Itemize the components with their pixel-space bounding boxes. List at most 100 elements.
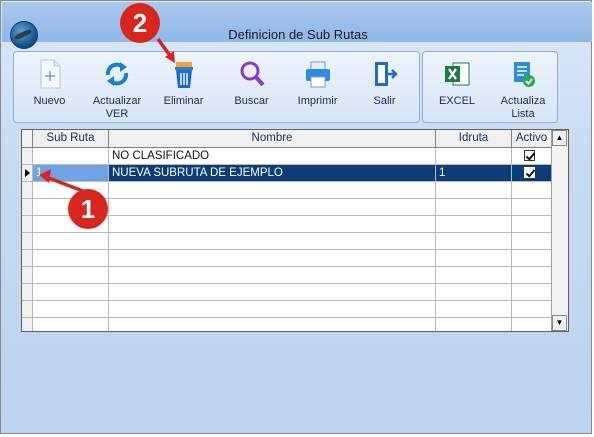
grid-header: Sub Ruta Nombre Idruta Activo (22, 130, 552, 148)
empty-row (22, 250, 552, 267)
empty-cell (436, 182, 512, 198)
trash-icon (174, 62, 193, 88)
empty-cell (33, 250, 109, 266)
search-icon (240, 61, 265, 87)
active-checkbox[interactable] (524, 167, 535, 178)
empty-cell (22, 216, 33, 232)
empty-cell (109, 250, 436, 266)
empty-cell (109, 267, 436, 283)
header-idruta[interactable]: Idruta (436, 130, 512, 147)
empty-cell (33, 318, 109, 331)
search-button[interactable]: Buscar (224, 52, 279, 122)
empty-cell (109, 199, 436, 215)
cell-sub-ruta[interactable]: 1 (33, 165, 109, 181)
empty-cell (436, 284, 512, 300)
empty-cell (512, 267, 552, 283)
empty-cell (436, 216, 512, 232)
empty-cell (109, 318, 436, 331)
empty-cell (33, 267, 109, 283)
empty-cell (512, 233, 552, 249)
new-button[interactable]: Nuevo (22, 52, 77, 122)
annotation-badge-2: 2 (120, 3, 160, 43)
empty-cell (512, 250, 552, 266)
side-toolbar: EXCEL Actualiza Lista (422, 51, 558, 123)
header-activo[interactable]: Activo (512, 130, 552, 147)
search-button-label: Buscar (234, 95, 269, 107)
empty-cell (512, 301, 552, 317)
empty-row (22, 318, 552, 331)
new-button-label: Nuevo (33, 95, 66, 107)
empty-cell (22, 301, 33, 317)
cell-sub-ruta[interactable] (33, 148, 109, 164)
new-document-icon (40, 59, 60, 89)
empty-cell (22, 182, 33, 198)
window-title: Definicion de Sub Rutas (228, 27, 368, 42)
cell-idruta[interactable]: 1 (436, 165, 512, 181)
cell-nombre[interactable]: NO CLASIFICADO (109, 148, 436, 164)
exit-button-label: Salir (373, 95, 396, 107)
active-checkbox[interactable] (524, 150, 535, 161)
cell-nombre[interactable]: NUEVA SUBRUTA DE EJEMPLO (109, 165, 436, 181)
empty-cell (109, 284, 436, 300)
excel-button[interactable]: EXCEL (429, 52, 485, 122)
empty-cell (512, 216, 552, 232)
exit-button[interactable]: Salir (357, 52, 412, 122)
empty-cell (436, 250, 512, 266)
empty-cell (22, 233, 33, 249)
cell-activo[interactable] (512, 148, 552, 164)
empty-cell (109, 182, 436, 198)
subroutes-grid[interactable]: Sub Ruta Nombre Idruta Activo NO CLASIFI… (21, 129, 569, 332)
empty-cell (512, 199, 552, 215)
cell-idruta[interactable] (436, 148, 512, 164)
empty-cell (33, 301, 109, 317)
empty-row (22, 301, 552, 318)
empty-cell (22, 318, 33, 331)
empty-row (22, 284, 552, 301)
empty-cell (22, 267, 33, 283)
print-button[interactable]: Imprimir (290, 52, 345, 122)
delete-button[interactable]: Eliminar (156, 52, 211, 122)
excel-button-label: EXCEL (438, 95, 476, 107)
annotation-badge-1: 1 (68, 189, 108, 229)
empty-cell (512, 318, 552, 331)
row-indicator (22, 165, 33, 181)
empty-cell (512, 182, 552, 198)
update-list-button-label: Actualiza Lista (500, 95, 546, 120)
current-row-arrow-icon (25, 169, 30, 177)
empty-cell (33, 233, 109, 249)
header-sub-ruta[interactable]: Sub Ruta (33, 130, 109, 147)
vertical-scrollbar[interactable]: ▲ ▼ (551, 130, 568, 331)
scroll-down-button[interactable]: ▼ (552, 315, 567, 331)
exit-door-icon (374, 62, 398, 86)
empty-cell (436, 318, 512, 331)
empty-cell (436, 301, 512, 317)
empty-cell (512, 284, 552, 300)
table-row-selected[interactable]: 1 NUEVA SUBRUTA DE EJEMPLO 1 (22, 165, 552, 182)
empty-cell (436, 233, 512, 249)
empty-cell (436, 267, 512, 283)
empty-cell (22, 250, 33, 266)
row-indicator (22, 148, 33, 164)
update-list-button[interactable]: Actualiza Lista (493, 52, 553, 122)
print-button-label: Imprimir (297, 95, 338, 107)
header-nombre[interactable]: Nombre (109, 130, 436, 147)
refresh-icon (105, 62, 129, 86)
empty-cell (436, 199, 512, 215)
cell-activo[interactable] (512, 165, 552, 181)
empty-cell (109, 301, 436, 317)
table-row[interactable]: NO CLASIFICADO (22, 148, 552, 165)
empty-cell (109, 216, 436, 232)
header-indicator-cell (22, 130, 33, 147)
delete-button-label: Eliminar (163, 95, 204, 107)
printer-icon (305, 61, 330, 88)
empty-cell (22, 284, 33, 300)
empty-cell (22, 199, 33, 215)
scroll-up-button[interactable]: ▲ (552, 130, 567, 146)
empty-row (22, 267, 552, 284)
main-toolbar: Nuevo Actualizar VER Eliminar Buscar Imp… (13, 51, 420, 123)
excel-icon (445, 62, 470, 86)
empty-row (22, 233, 552, 250)
empty-cell (33, 284, 109, 300)
refresh-button[interactable]: Actualizar VER (84, 52, 150, 122)
empty-cell (109, 233, 436, 249)
